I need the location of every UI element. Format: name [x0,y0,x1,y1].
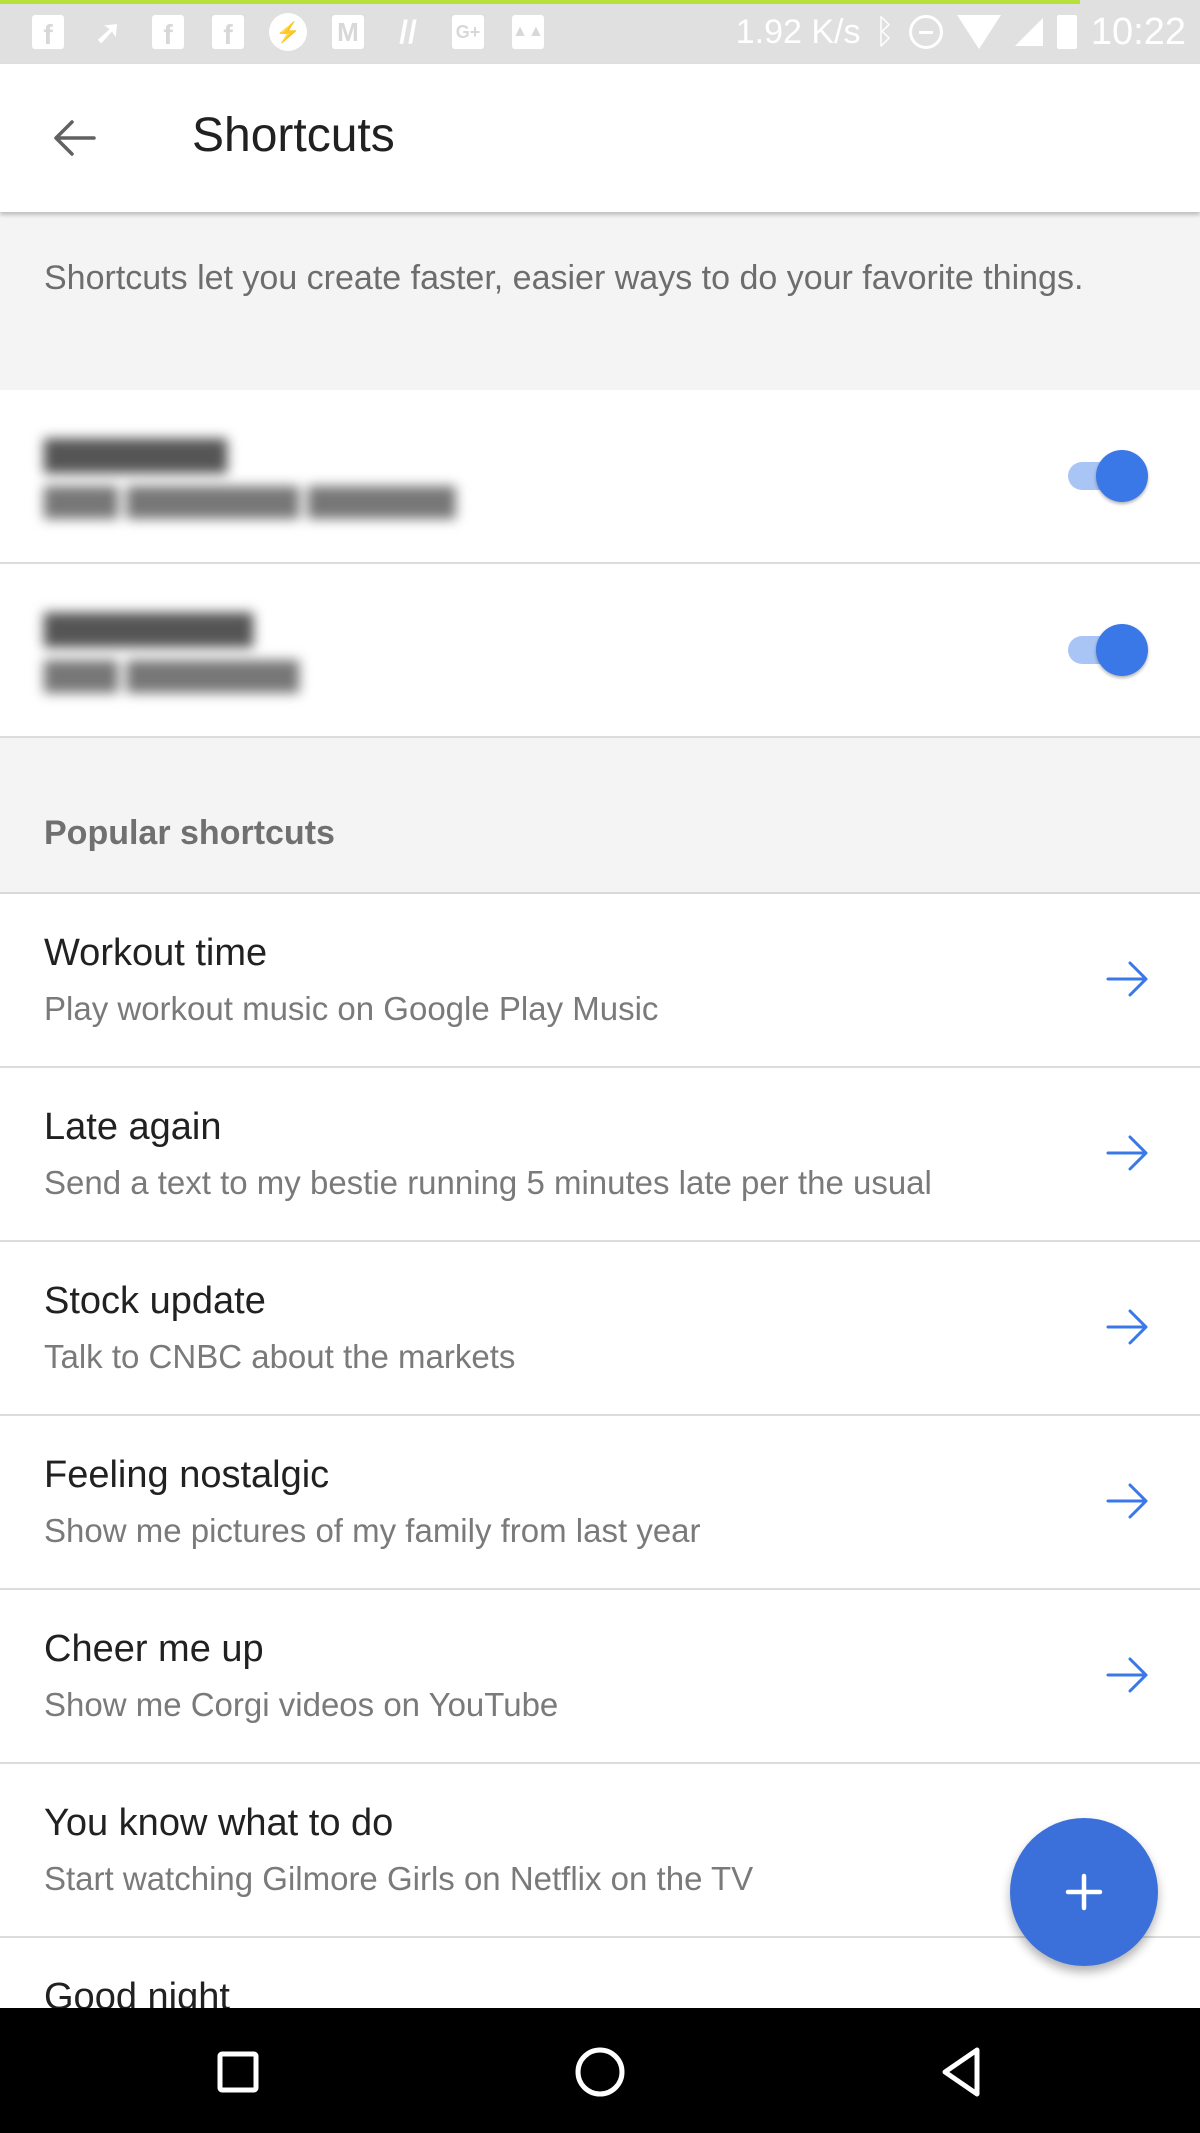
redacted-shortcut-text: ▇▇▇▇▇▇▇▇ ▇▇▇ ▇▇▇▇▇▇▇ [44,606,299,698]
shortcut-title: Workout time [44,932,268,974]
plus-icon [1065,1873,1103,1911]
battery-icon [1056,15,1077,49]
facebook-icon: f [208,12,248,52]
shortcut-title: You know what to do [44,1802,394,1844]
facebook-icon: f [148,12,188,52]
shortcut-subtitle: Show me pictures of my family from last … [44,1512,701,1549]
shortcuts-description: Shortcuts let you create faster, easier … [0,212,1200,390]
clock: 10:22 [1090,10,1186,53]
shortcut-title: Feeling nostalgic [44,1454,330,1496]
shortcut-subtitle: Send a text to my bestie running 5 minut… [44,1164,932,1201]
navigation-icon: ➚ [94,14,122,50]
system-status: 1.92 K/s ᛒ 10:22 [736,10,1186,54]
toggle-thumb [1096,624,1148,676]
add-shortcut-button[interactable] [1010,1818,1158,1966]
redacted-subtitle: ▇▇▇ ▇▇▇▇▇▇▇ ▇▇▇▇▇▇ [44,482,456,518]
network-speed: 1.92 K/s [735,12,861,51]
redacted-shortcut-text: ▇▇▇▇▇▇▇ ▇▇▇ ▇▇▇▇▇▇▇ ▇▇▇▇▇▇ [44,432,456,524]
shortcut-subtitle: Show me Corgi videos on YouTube [44,1686,559,1723]
arrow-forward-icon[interactable] [1102,1650,1152,1700]
shortcut-title: Stock update [44,1280,266,1322]
recents-icon [217,2051,259,2093]
bluetooth-icon: ᛒ [874,12,895,51]
popular-shortcut-row[interactable]: Workout time Play workout music on Googl… [0,894,1200,1068]
arrow-forward-icon[interactable] [1102,954,1152,1004]
redacted-title: ▇▇▇▇▇▇▇ [44,435,228,473]
personal-shortcuts: ▇▇▇▇▇▇▇ ▇▇▇ ▇▇▇▇▇▇▇ ▇▇▇▇▇▇ ▇▇▇▇▇▇▇▇ ▇▇▇ … [0,390,1200,738]
popular-shortcut-row[interactable]: Stock update Talk to CNBC about the mark… [0,1242,1200,1416]
system-nav-bar [0,2008,1200,2133]
shortcut-title: Late again [44,1106,222,1148]
page-title: Shortcuts [192,109,395,162]
home-button[interactable] [560,2032,640,2112]
gallery-icon: ▲▲ [508,12,548,52]
back-nav-button[interactable] [922,2032,1002,2112]
app-bar: Shortcuts [0,64,1200,212]
shortcut-subtitle: Talk to CNBC about the markets [44,1338,516,1375]
personal-shortcut-row[interactable]: ▇▇▇▇▇▇▇ ▇▇▇ ▇▇▇▇▇▇▇ ▇▇▇▇▇▇ [0,390,1200,564]
back-button[interactable] [44,110,104,166]
arrow-forward-icon[interactable] [1102,1302,1152,1352]
wifi-icon [956,15,1001,49]
app-icon: // [399,13,417,50]
shortcut-toggle[interactable] [1068,448,1148,504]
shortcut-subtitle: Start watching Gilmore Girls on Netflix … [44,1860,754,1897]
do-not-disturb-icon [908,15,943,49]
signal-icon [1014,18,1043,46]
home-icon [575,2047,625,2097]
status-accent-line [0,0,1080,4]
gmail-icon: M [328,12,368,52]
notification-icons: f ➚ f f ⚡ M // G+ ▲▲ [28,12,548,52]
redacted-title: ▇▇▇▇▇▇▇▇ [44,609,254,647]
messenger-icon: ⚡ [268,12,308,52]
redacted-subtitle: ▇▇▇ ▇▇▇▇▇▇▇ [44,656,299,692]
facebook-icon: f [28,12,68,52]
arrow-forward-icon[interactable] [1102,1128,1152,1178]
section-header: Popular shortcuts [0,738,1200,894]
popular-shortcut-row[interactable]: Cheer me up Show me Corgi videos on YouT… [0,1590,1200,1764]
arrow-forward-icon[interactable] [1102,1476,1152,1526]
recents-button[interactable] [198,2032,278,2112]
popular-shortcut-row[interactable]: Feeling nostalgic Show me pictures of my… [0,1416,1200,1590]
shortcut-subtitle: Play workout music on Google Play Music [44,990,659,1027]
shortcut-toggle[interactable] [1068,622,1148,678]
popular-shortcut-row[interactable]: Late again Send a text to my bestie runn… [0,1068,1200,1242]
back-icon [942,2047,980,2097]
personal-shortcut-row[interactable]: ▇▇▇▇▇▇▇▇ ▇▇▇ ▇▇▇▇▇▇▇ [0,564,1200,738]
shortcut-title: Cheer me up [44,1628,264,1670]
toggle-thumb [1096,450,1148,502]
status-bar: f ➚ f f ⚡ M // G+ ▲▲ 1.92 K/s ᛒ 10:22 [0,0,1200,64]
section-header-label: Popular shortcuts [44,814,335,852]
google-plus-icon: G+ [448,12,488,52]
arrow-back-icon [54,120,96,156]
